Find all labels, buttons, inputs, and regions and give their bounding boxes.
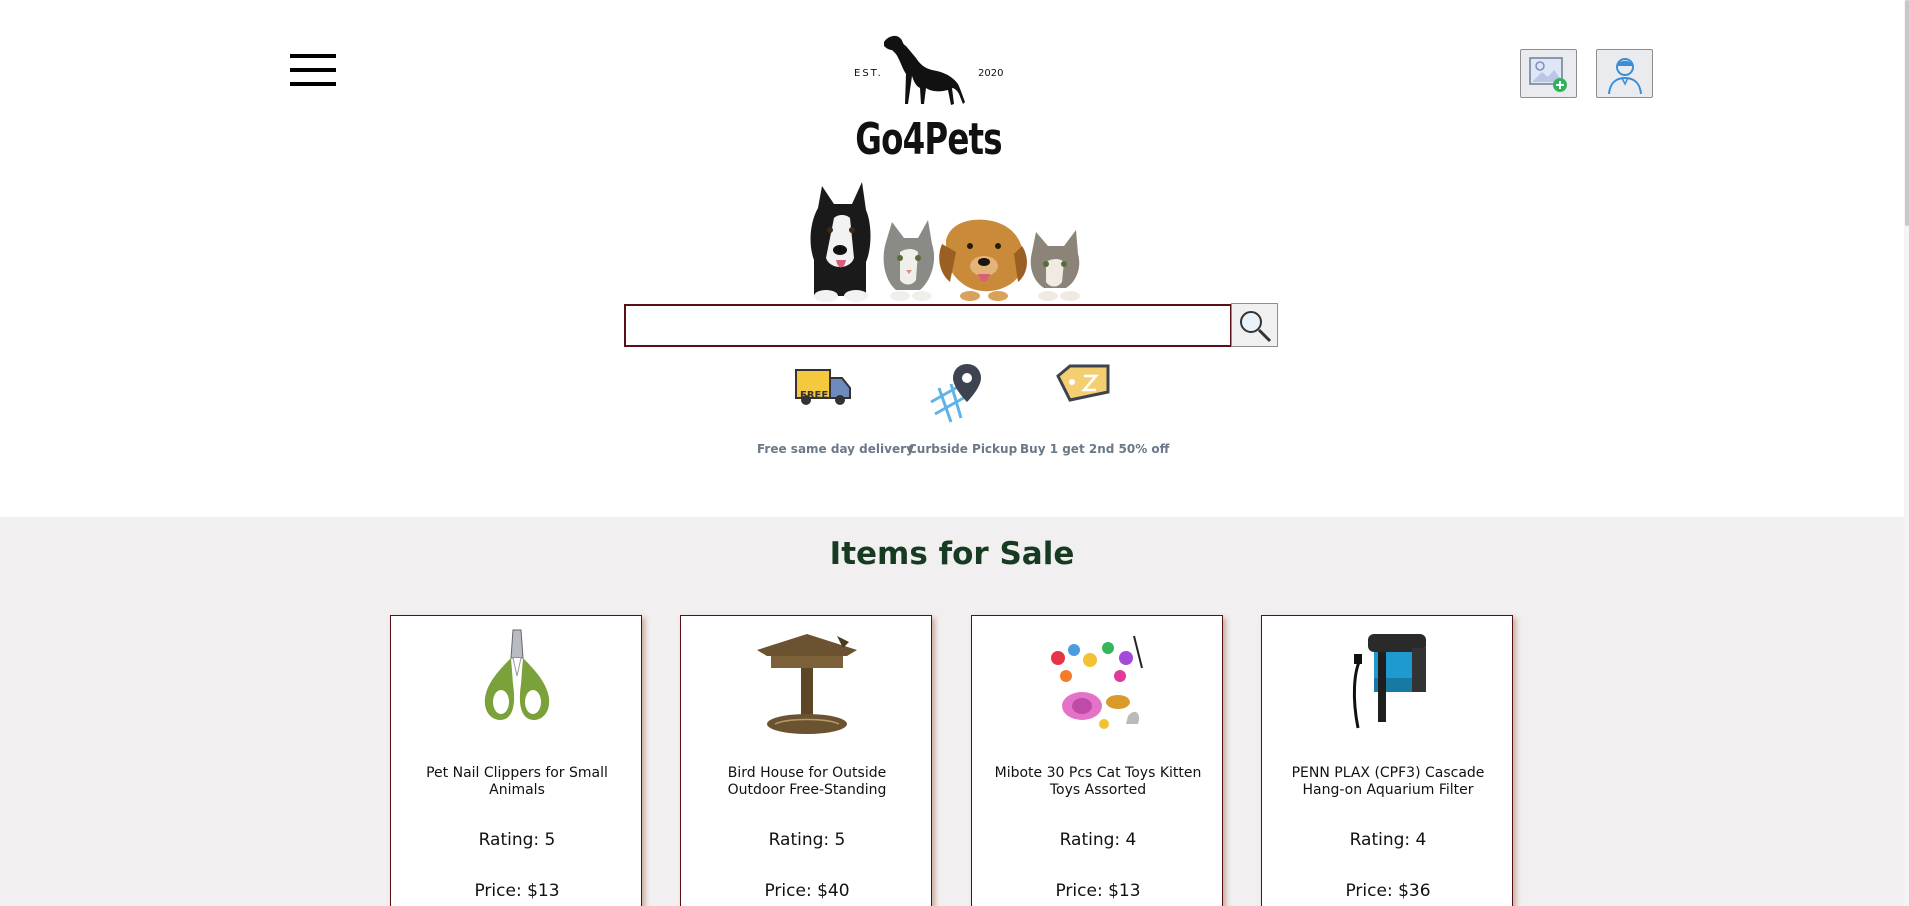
product-name: Pet Nail Clippers for Small Animals: [426, 765, 608, 798]
product-rating: Rating: 5: [478, 830, 556, 850]
cat-illustration: [1030, 230, 1080, 301]
dog-illustration: [939, 219, 1027, 301]
product-card[interactable]: Pet Nail Clippers for Small Animals Rati…: [390, 615, 642, 906]
nail-clippers-image: [484, 629, 550, 720]
menu-bar: [290, 54, 336, 58]
magnifier-icon: [1240, 311, 1272, 343]
product-rating: Rating: 5: [768, 830, 846, 850]
product-price: Price: $13: [1055, 881, 1141, 901]
product-price: Price: $40: [764, 881, 850, 901]
feature-label: Curbside Pickup: [908, 442, 1018, 456]
logo-year-label: 2020: [978, 68, 1004, 79]
hamburger-menu-icon[interactable]: [290, 52, 336, 88]
feature-discount: [1054, 362, 1112, 410]
pets-banner-image: [800, 178, 1092, 302]
items-section-title: Items for Sale: [829, 536, 1075, 572]
product-price: Price: $13: [474, 881, 560, 901]
product-name: Bird House for Outside Outdoor Free-Stan…: [727, 765, 887, 798]
feature-curbside: [925, 362, 981, 428]
product-name: PENN PLAX (CPF3) Cascade Hang-on Aquariu…: [1291, 765, 1485, 798]
product-card[interactable]: Mibote 30 Pcs Cat Toys Kitten Toys Assor…: [971, 615, 1223, 906]
search-button[interactable]: [1231, 303, 1278, 347]
logo-brand-name: Go4Pets: [855, 114, 1002, 165]
product-name: Mibote 30 Pcs Cat Toys Kitten Toys Assor…: [994, 765, 1202, 798]
add-image-icon: [1529, 57, 1567, 92]
product-rating: Rating: 4: [1349, 830, 1427, 850]
logo-est-label: EST.: [854, 68, 883, 79]
aquarium-filter-image: [1352, 634, 1426, 729]
feature-label: Free same day delivery: [757, 442, 914, 456]
cat-illustration: [883, 220, 935, 301]
page-scrollbar-thumb[interactable]: [1905, 0, 1909, 226]
add-image-button[interactable]: [1520, 49, 1577, 98]
items-section: [0, 517, 1909, 906]
product-rating: Rating: 4: [1059, 830, 1137, 850]
search-input[interactable]: [624, 304, 1232, 347]
product-price: Price: $36: [1345, 881, 1431, 901]
dog-illustration: [810, 182, 871, 302]
site-logo[interactable]: EST. 2020 Go4Pets: [840, 34, 1010, 174]
feature-delivery: [794, 362, 852, 414]
price-tag-icon: [1056, 364, 1110, 402]
feature-label: Buy 1 get 2nd 50% off: [1020, 442, 1170, 456]
menu-bar: [290, 82, 336, 86]
free-badge: FREE: [800, 390, 829, 401]
user-account-button[interactable]: [1596, 49, 1653, 98]
product-card[interactable]: PENN PLAX (CPF3) Cascade Hang-on Aquariu…: [1261, 615, 1513, 906]
cat-toys-image: [1051, 635, 1143, 729]
menu-bar: [290, 68, 336, 72]
delivery-truck-icon: [795, 369, 851, 405]
user-account-icon: [1608, 58, 1642, 94]
bird-house-image: [757, 634, 857, 734]
map-pin-icon: [930, 364, 981, 423]
product-card[interactable]: Bird House for Outside Outdoor Free-Stan…: [680, 615, 932, 906]
